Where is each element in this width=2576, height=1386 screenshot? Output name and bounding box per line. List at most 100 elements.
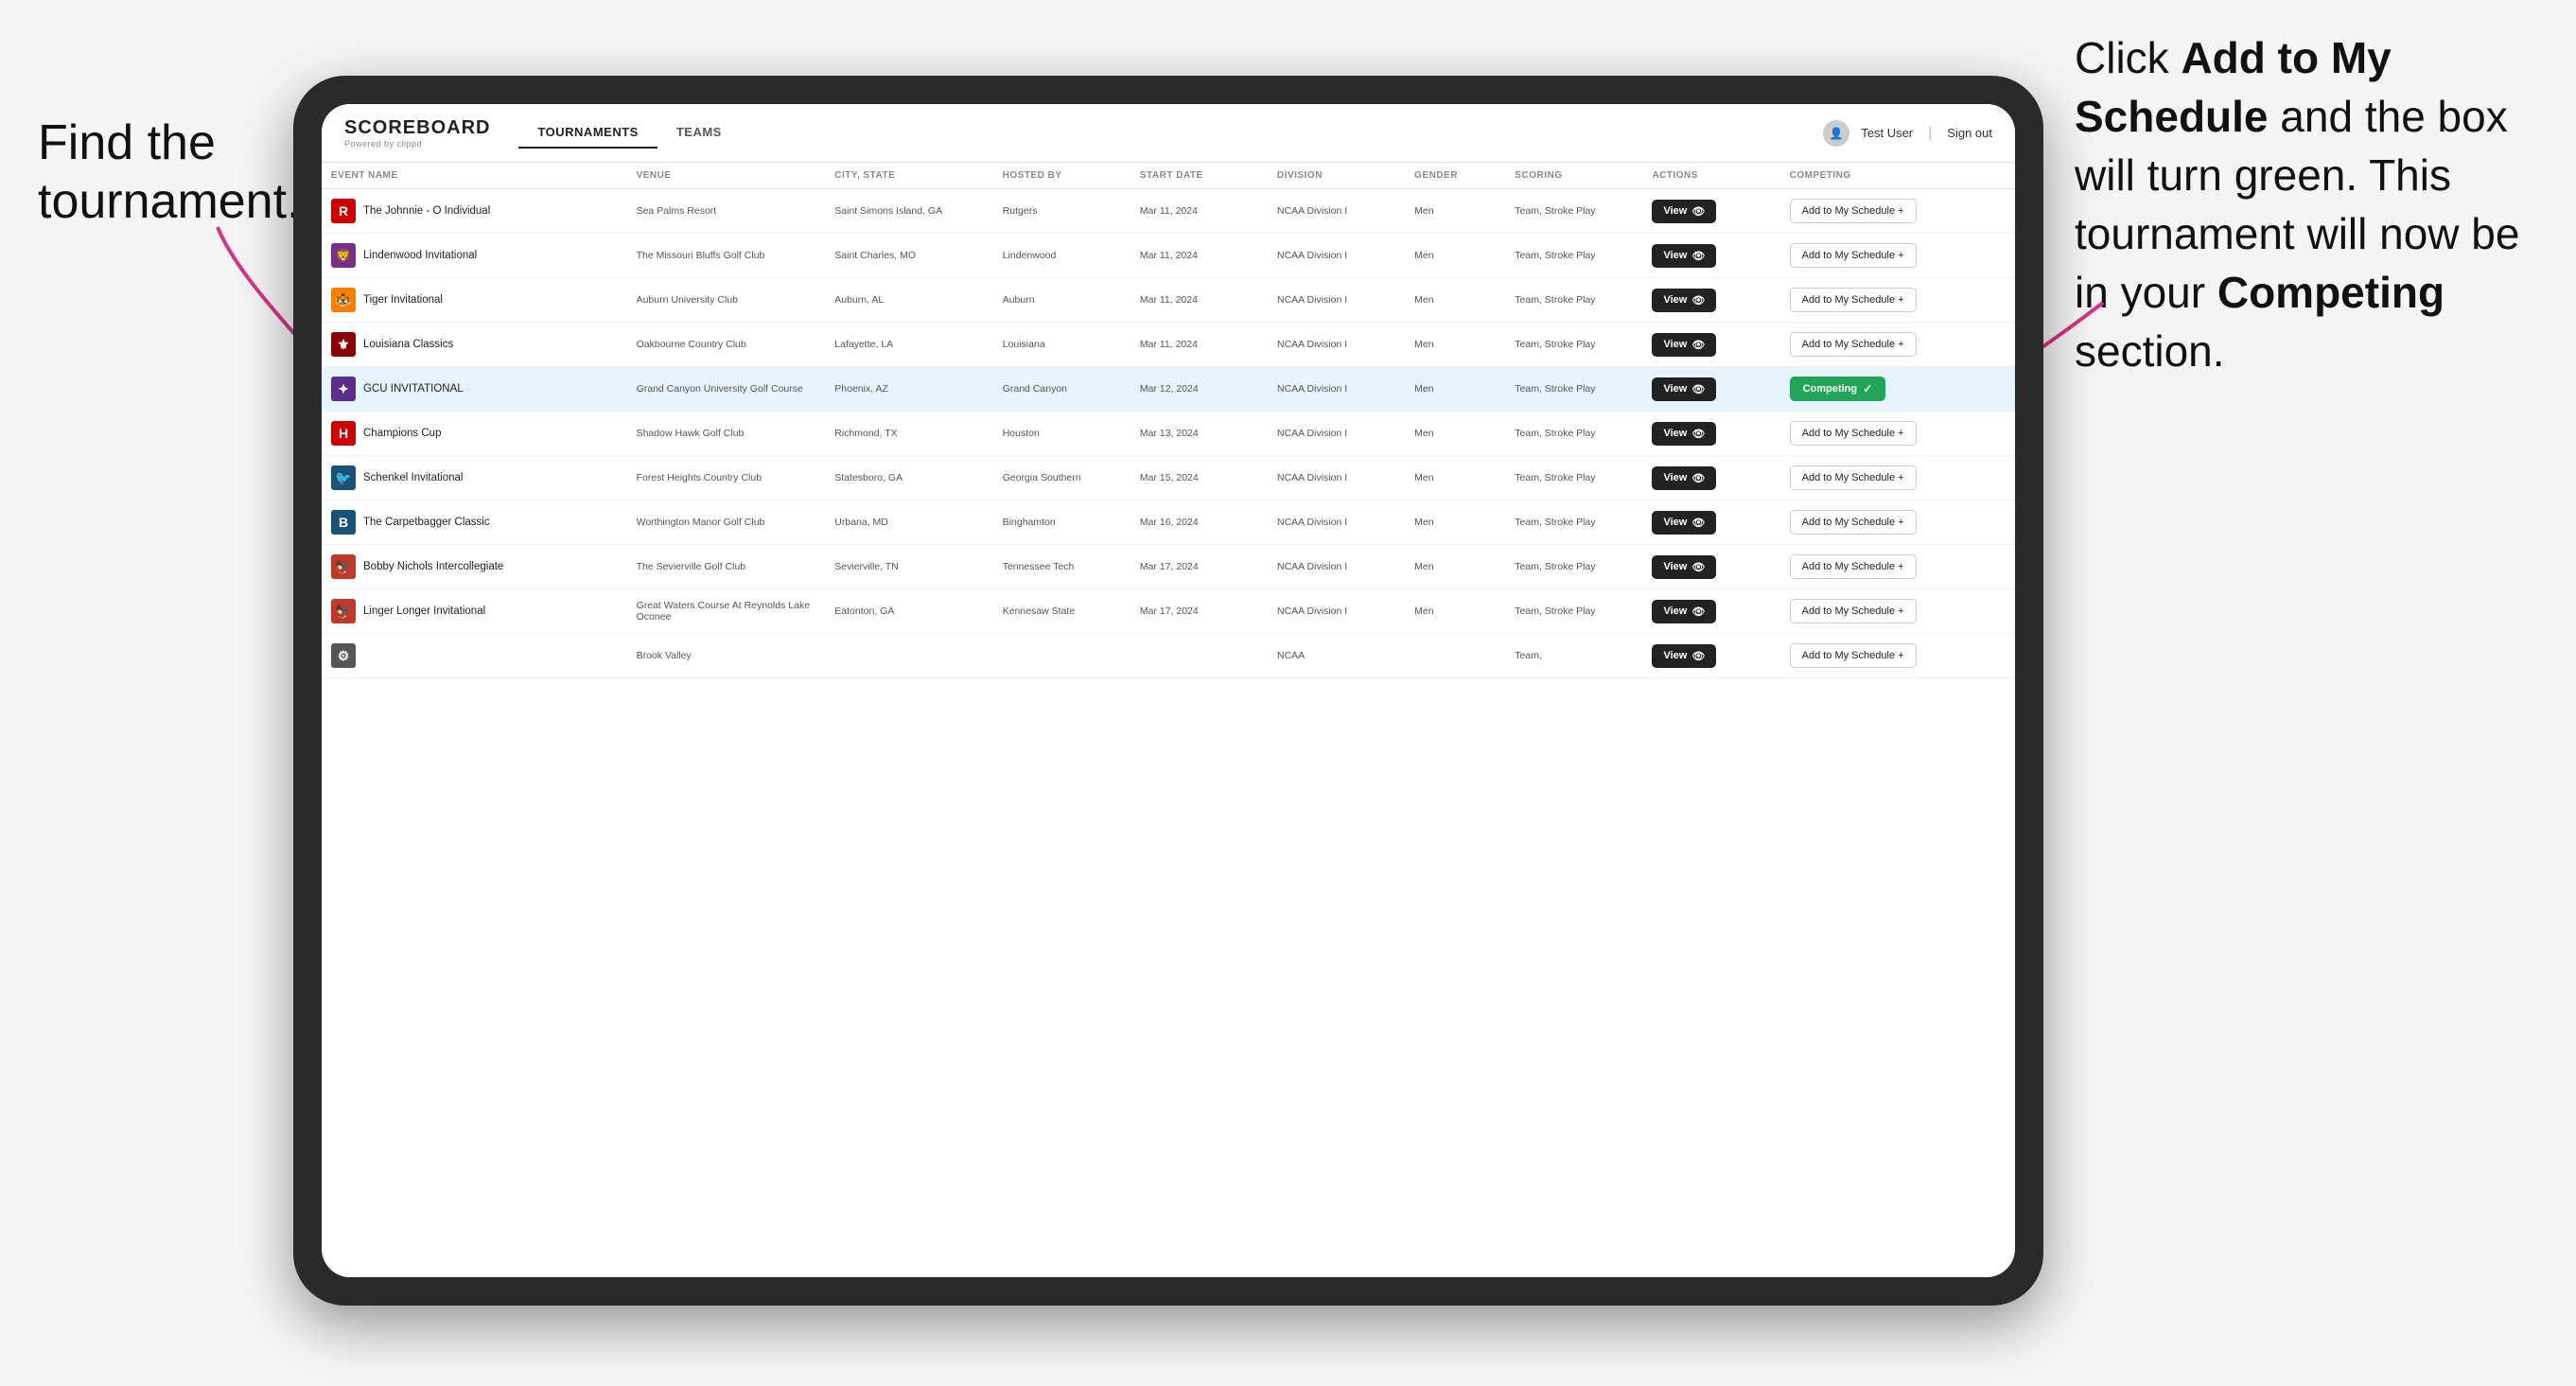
add-schedule-button[interactable]: Add to My Schedule +: [1790, 243, 1917, 268]
view-label: View: [1663, 517, 1687, 528]
add-schedule-button[interactable]: Add to My Schedule +: [1790, 465, 1917, 490]
col-header-city: CITY, STATE: [825, 163, 992, 189]
team-logo: ⚜: [331, 332, 356, 357]
table-row: 🦅 Linger Longer Invitational Great Water…: [322, 589, 2015, 634]
venue-cell: Grand Canyon University Golf Course: [627, 367, 826, 412]
competing-cell: Add to My Schedule +: [1780, 234, 2015, 278]
competing-cell: Add to My Schedule +: [1780, 456, 2015, 500]
competing-cell: Add to My Schedule +: [1780, 412, 2015, 456]
view-label: View: [1663, 650, 1687, 661]
check-icon: ✓: [1863, 382, 1872, 395]
view-button[interactable]: View 👁: [1652, 644, 1716, 668]
add-schedule-button[interactable]: Add to My Schedule +: [1790, 199, 1917, 223]
view-label: View: [1663, 472, 1687, 483]
view-button[interactable]: View 👁: [1652, 555, 1716, 579]
view-button[interactable]: View 👁: [1652, 289, 1716, 312]
venue-cell: Auburn University Club: [627, 278, 826, 323]
col-header-actions: ACTIONS: [1642, 163, 1779, 189]
competing-button[interactable]: Competing ✓: [1790, 377, 1886, 401]
event-name-cell: 🐯 Tiger Invitational: [331, 288, 618, 312]
event-name: Louisiana Classics: [363, 339, 453, 350]
add-schedule-label: Add to My Schedule +: [1802, 205, 1904, 217]
gender-cell: Men: [1405, 278, 1505, 323]
add-schedule-button[interactable]: Add to My Schedule +: [1790, 421, 1917, 446]
view-button[interactable]: View 👁: [1652, 244, 1716, 268]
table-row: H Champions Cup Shadow Hawk Golf ClubRic…: [322, 412, 2015, 456]
table-row: ⚜ Louisiana Classics Oakbourne Country C…: [322, 323, 2015, 367]
add-schedule-label: Add to My Schedule +: [1802, 428, 1904, 439]
view-button[interactable]: View 👁: [1652, 333, 1716, 357]
team-logo: ✦: [331, 377, 356, 401]
actions-cell: View 👁: [1642, 323, 1779, 367]
add-schedule-button[interactable]: Add to My Schedule +: [1790, 643, 1917, 668]
date-cell: Mar 15, 2024: [1130, 456, 1268, 500]
date-cell: [1130, 634, 1268, 678]
add-schedule-label: Add to My Schedule +: [1802, 339, 1904, 350]
actions-cell: View 👁: [1642, 545, 1779, 589]
competing-cell: Add to My Schedule +: [1780, 323, 2015, 367]
venue-cell: Sea Palms Resort: [627, 189, 826, 234]
add-schedule-label: Add to My Schedule +: [1802, 294, 1904, 306]
city-cell: Lafayette, LA: [825, 323, 992, 367]
event-name-cell: ⚙: [331, 643, 618, 668]
view-button[interactable]: View 👁: [1652, 200, 1716, 223]
event-name-cell: 🦅 Linger Longer Invitational: [331, 599, 618, 623]
table-row: 🦅 Bobby Nichols Intercollegiate The Sevi…: [322, 545, 2015, 589]
col-header-gender: GENDER: [1405, 163, 1505, 189]
competing-cell: Add to My Schedule +: [1780, 545, 2015, 589]
view-button[interactable]: View 👁: [1652, 466, 1716, 490]
date-cell: Mar 11, 2024: [1130, 189, 1268, 234]
add-schedule-label: Add to My Schedule +: [1802, 650, 1904, 661]
view-button[interactable]: View 👁: [1652, 511, 1716, 535]
gender-cell: Men: [1405, 234, 1505, 278]
view-label: View: [1663, 561, 1687, 572]
division-cell: NCAA Division I: [1268, 456, 1405, 500]
view-label: View: [1663, 294, 1687, 306]
tab-tournaments[interactable]: TOURNAMENTS: [518, 117, 657, 149]
annotation-left: Find the tournament.: [38, 114, 303, 232]
event-name: The Carpetbagger Classic: [363, 517, 490, 528]
view-button[interactable]: View 👁: [1652, 600, 1716, 623]
view-button[interactable]: View 👁: [1652, 377, 1716, 401]
add-schedule-button[interactable]: Add to My Schedule +: [1790, 510, 1917, 535]
add-schedule-button[interactable]: Add to My Schedule +: [1790, 599, 1917, 623]
division-cell: NCAA Division I: [1268, 367, 1405, 412]
hosted-cell: Lindenwood: [993, 234, 1130, 278]
eye-icon: 👁: [1691, 605, 1705, 618]
col-header-venue: VENUE: [627, 163, 826, 189]
venue-cell: Worthington Manor Golf Club: [627, 500, 826, 545]
venue-cell: Shadow Hawk Golf Club: [627, 412, 826, 456]
hosted-cell: Grand Canyon: [993, 367, 1130, 412]
eye-icon: 👁: [1691, 205, 1705, 218]
add-schedule-button[interactable]: Add to My Schedule +: [1790, 554, 1917, 579]
actions-cell: View 👁: [1642, 278, 1779, 323]
add-schedule-button[interactable]: Add to My Schedule +: [1790, 288, 1917, 312]
scoring-cell: Team, Stroke Play: [1505, 278, 1642, 323]
add-schedule-button[interactable]: Add to My Schedule +: [1790, 332, 1917, 357]
city-cell: Statesboro, GA: [825, 456, 992, 500]
signout-link[interactable]: Sign out: [1947, 126, 1992, 140]
tab-teams[interactable]: TEAMS: [657, 117, 741, 149]
team-logo: R: [331, 199, 356, 223]
eye-icon: 👁: [1691, 650, 1705, 662]
view-button[interactable]: View 👁: [1652, 422, 1716, 446]
competing-cell: Competing ✓: [1780, 367, 2015, 412]
city-cell: Saint Simons Island, GA: [825, 189, 992, 234]
eye-icon: 👁: [1691, 294, 1705, 307]
scoring-cell: Team, Stroke Play: [1505, 412, 1642, 456]
add-schedule-label: Add to My Schedule +: [1802, 561, 1904, 572]
table-container[interactable]: EVENT NAME VENUE CITY, STATE HOSTED BY S…: [322, 163, 2015, 1277]
divider: |: [1928, 125, 1932, 142]
gender-cell: Men: [1405, 412, 1505, 456]
city-cell: [825, 634, 992, 678]
annotation-bold-2: Competing: [2217, 268, 2445, 317]
division-cell: NCAA Division I: [1268, 589, 1405, 634]
hosted-cell: Houston: [993, 412, 1130, 456]
eye-icon: 👁: [1691, 383, 1705, 395]
hosted-cell: Kennesaw State: [993, 589, 1130, 634]
nav-tabs: TOURNAMENTS TEAMS: [518, 117, 1823, 149]
eye-icon: 👁: [1691, 517, 1705, 529]
eye-icon: 👁: [1691, 339, 1705, 351]
annotation-right: Click Add to My Schedule and the box wil…: [2075, 28, 2548, 381]
actions-cell: View 👁: [1642, 634, 1779, 678]
